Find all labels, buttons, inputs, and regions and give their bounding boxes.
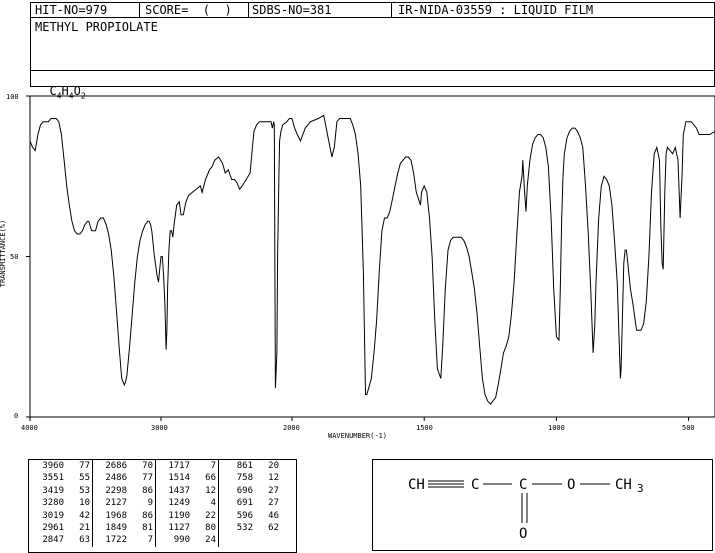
peak-wavenumber: 1849	[92, 522, 129, 535]
peak-transmittance: 27	[268, 498, 279, 509]
peak-wavenumber: 758	[218, 472, 255, 485]
atom-o1: O	[567, 477, 575, 493]
peak-transmittance: 62	[268, 523, 279, 534]
y-tick-0: 0	[14, 412, 19, 420]
x-tick-3000: 3000	[151, 424, 168, 432]
peak-transmittance: 80	[205, 523, 216, 534]
peak-wavenumber: 1437	[155, 484, 192, 498]
peak-transmittance: 7	[210, 461, 216, 471]
peak-wavenumber: 3419	[42, 485, 64, 496]
peak-row: 3960 77 2686 70 1717 7 861 20	[30, 460, 281, 473]
peak-wavenumber: 3280	[42, 498, 64, 509]
peak-wavenumber: 596	[218, 509, 255, 523]
peak-wavenumber: 990	[155, 534, 192, 547]
y-tick-50: 50	[10, 253, 19, 261]
peak-transmittance: 81	[142, 523, 153, 534]
peak-transmittance: 86	[142, 485, 153, 496]
peak-wavenumber: 3551	[42, 473, 64, 484]
x-tick-1000: 1000	[548, 424, 565, 432]
peak-wavenumber: 3960	[42, 461, 64, 471]
peak-transmittance: 12	[205, 485, 216, 496]
peak-wavenumber: 2298	[92, 484, 129, 498]
peak-transmittance: 12	[268, 473, 279, 484]
peak-transmittance: 22	[205, 510, 216, 521]
peak-transmittance: 7	[147, 535, 153, 546]
peak-transmittance: 9	[147, 498, 153, 509]
peak-wavenumber: 2127	[92, 497, 129, 510]
peak-transmittance: 77	[142, 473, 153, 484]
peak-transmittance: 53	[79, 485, 90, 496]
peak-wavenumber: 532	[218, 522, 255, 535]
x-tick-500: 500	[682, 424, 695, 432]
y-axis-label: TRANSMITTANCE(%)	[0, 219, 8, 288]
peak-row: 3551 55 2486 77 1514 66 758 12	[30, 472, 281, 485]
peak-row: 3280 10 2127 9 1249 4 691 27	[30, 497, 281, 510]
peak-transmittance: 27	[268, 485, 279, 496]
peak-transmittance: 55	[79, 473, 90, 484]
peak-table: 3960 77 2686 70 1717 7 861 20 3551 55 2486 77 1514 66…	[30, 460, 281, 547]
peak-transmittance: 46	[268, 510, 279, 521]
peak-wavenumber: 1127	[155, 522, 192, 535]
x-tick-1500: 1500	[416, 424, 433, 432]
peak-wavenumber: 696	[218, 484, 255, 498]
peak-wavenumber: 1190	[155, 509, 192, 523]
peak-wavenumber: 3019	[42, 510, 64, 521]
peak-wavenumber: 1722	[92, 534, 129, 547]
atom-c2: C	[519, 477, 527, 493]
peak-transmittance: 63	[79, 535, 90, 546]
atom-ch3: CH	[615, 477, 632, 493]
peak-transmittance: 10	[79, 498, 90, 509]
peak-transmittance: 70	[142, 461, 153, 471]
peak-wavenumber: 1968	[92, 509, 129, 523]
peak-wavenumber: 2847	[42, 535, 64, 546]
peak-transmittance: 20	[268, 461, 279, 471]
x-tick-2000: 2000	[283, 424, 300, 432]
ir-spectrum-chart	[26, 95, 715, 421]
peak-transmittance	[255, 534, 281, 546]
peak-wavenumber: 2686	[92, 460, 129, 473]
peak-transmittance: 77	[79, 461, 90, 471]
peak-wavenumber: 1249	[155, 497, 192, 510]
peak-wavenumber	[218, 534, 255, 547]
transmittance-line	[29, 114, 715, 405]
peak-transmittance: 66	[205, 473, 216, 484]
peak-wavenumber: 2486	[92, 472, 129, 485]
atom-o2: O	[519, 526, 527, 542]
peak-transmittance: 42	[79, 510, 90, 521]
peak-row: 2847 63 1722 7 990 24	[30, 534, 281, 547]
molecular-structure: CH C C O CH 3 O	[408, 477, 644, 542]
atom-ch: CH	[408, 477, 425, 493]
peak-transmittance: 24	[205, 535, 216, 546]
peak-wavenumber: 1514	[155, 472, 192, 485]
peak-wavenumber: 861	[218, 460, 255, 473]
peak-transmittance: 86	[142, 510, 153, 521]
x-tick-4000: 4000	[21, 424, 38, 432]
peak-wavenumber: 691	[218, 497, 255, 510]
atom-c1: C	[471, 477, 479, 493]
atom-ch3-subscript: 3	[637, 482, 644, 495]
x-axis-label: WAVENUMBER(-1)	[328, 432, 388, 440]
peak-transmittance: 4	[210, 498, 216, 509]
y-tick-100: 100	[6, 93, 19, 101]
peak-wavenumber: 1717	[155, 460, 192, 473]
peak-row: 3019 42 1968 86 1190 22 596 46	[30, 509, 281, 523]
peak-row: 2961 21 1849 81 1127 80 532 62	[30, 522, 281, 535]
peak-transmittance: 21	[79, 523, 90, 534]
peak-row: 3419 53 2298 86 1437 12 696 27	[30, 484, 281, 498]
peak-wavenumber: 2961	[42, 523, 64, 534]
